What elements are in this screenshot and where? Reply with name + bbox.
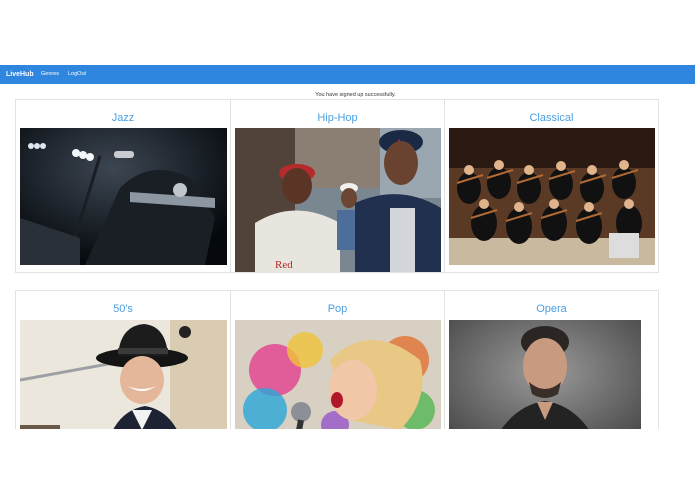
genre-image-classical[interactable]: [449, 128, 655, 265]
svg-text:Red: Red: [275, 259, 293, 271]
flash-message: You have signed up successfully.: [315, 92, 396, 98]
genre-image-hip-hop[interactable]: Red A: [235, 128, 441, 272]
genre-title[interactable]: Pop: [231, 302, 444, 316]
jazz-photo: [20, 128, 227, 265]
top-navbar: LiveHub Genres LogOut: [0, 65, 695, 84]
genre-card-opera[interactable]: Opera: [444, 290, 659, 450]
genre-card-hip-hop[interactable]: Hip-Hop Red A: [230, 99, 445, 273]
genre-card-50s[interactable]: 50's: [15, 290, 231, 450]
genre-title[interactable]: 50's: [16, 302, 230, 316]
genre-title[interactable]: Jazz: [16, 111, 230, 125]
genre-card-pop[interactable]: Pop: [230, 290, 445, 450]
genre-card-jazz[interactable]: Jazz: [15, 99, 231, 273]
genre-title[interactable]: Classical: [445, 111, 658, 125]
genre-image-jazz[interactable]: [20, 128, 227, 265]
brand-logo[interactable]: LiveHub: [6, 70, 34, 79]
classical-photo: [449, 128, 655, 265]
page-blank-area: [0, 429, 695, 494]
genre-card-classical[interactable]: Classical: [444, 99, 659, 273]
nav-link-logout[interactable]: LogOut: [68, 70, 86, 79]
genre-title[interactable]: Hip-Hop: [231, 111, 444, 125]
nav-link-genres[interactable]: Genres: [41, 70, 59, 79]
genre-title[interactable]: Opera: [445, 302, 658, 316]
hip-hop-photo: Red A: [235, 128, 441, 272]
